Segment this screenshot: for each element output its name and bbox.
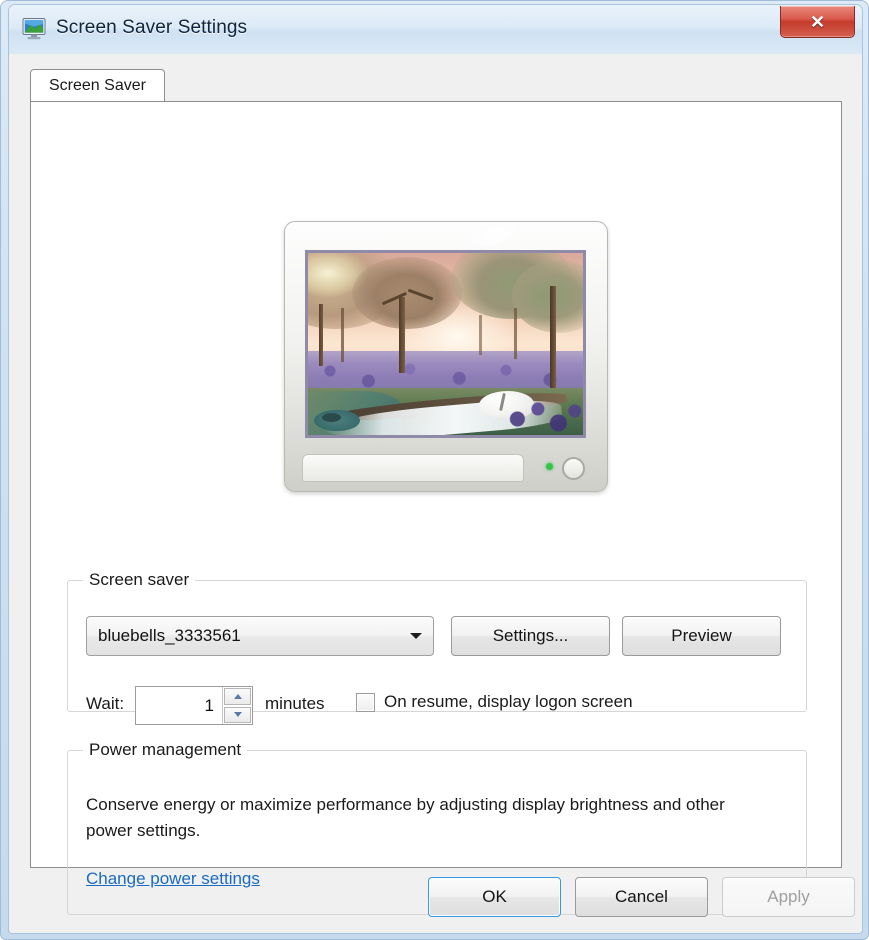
scene-tree-trunk [550, 285, 556, 388]
apply-button: Apply [722, 877, 855, 917]
screen-saver-group-label: Screen saver [83, 570, 196, 590]
monitor-preview [284, 221, 608, 492]
ok-button-label: OK [482, 887, 507, 906]
on-resume-logon-label: On resume, display logon screen [384, 692, 633, 711]
preview-button[interactable]: Preview [622, 616, 781, 656]
caret-down-icon [233, 712, 242, 718]
wait-spinner-down-button[interactable] [224, 706, 251, 723]
apply-button-label: Apply [767, 887, 810, 906]
dialog-client-area: Screen Saver Screen saver bluebells_3333… [9, 54, 862, 933]
settings-button[interactable]: Settings... [451, 616, 610, 656]
wait-spinner-up-button[interactable] [224, 688, 251, 705]
wait-minutes-stepper[interactable]: 1 [135, 686, 253, 725]
wait-spinner-buttons [222, 687, 252, 724]
preview-button-label: Preview [671, 626, 732, 645]
monitor-screen [305, 250, 586, 438]
on-resume-logon-checkbox-row[interactable]: On resume, display logon screen [356, 692, 633, 712]
chevron-down-icon [399, 617, 433, 655]
caret-up-icon [233, 693, 242, 699]
change-power-settings-link[interactable]: Change power settings [86, 869, 260, 889]
window-title: Screen Saver Settings [56, 17, 248, 38]
cancel-button-label: Cancel [615, 887, 668, 906]
wait-minutes-value[interactable]: 1 [136, 687, 222, 724]
scene-tree-trunk [341, 307, 344, 363]
cancel-button[interactable]: Cancel [575, 877, 708, 917]
power-management-group-label: Power management [83, 740, 248, 760]
scene-tree-trunk [319, 303, 323, 366]
title-bar[interactable]: Screen Saver Settings ✕ [9, 5, 862, 54]
scene-tree-trunk [478, 314, 482, 355]
tab-screen-saver[interactable]: Screen Saver [30, 69, 165, 102]
scene-tree-trunk [514, 307, 518, 359]
close-icon: ✕ [809, 11, 826, 32]
tab-strip: Screen Saver [30, 69, 842, 102]
ok-button[interactable]: OK [428, 877, 561, 917]
monitor-base-bar [302, 454, 524, 482]
scene-foreground-bluebells [500, 394, 583, 435]
tab-label: Screen Saver [49, 77, 146, 94]
power-management-description: Conserve energy or maximize performance … [86, 795, 725, 841]
tab-panel-screen-saver: Screen saver bluebells_3333561 Settings.… [30, 101, 842, 915]
monitor-power-button-icon [562, 457, 585, 480]
minutes-label: minutes [265, 694, 325, 713]
wait-label: Wait: [86, 694, 125, 713]
on-resume-logon-checkbox[interactable] [356, 692, 375, 712]
screen-saver-select[interactable]: bluebells_3333561 [86, 616, 434, 656]
window-inner-frame: Screen Saver Settings ✕ Screen Saver Scr… [8, 4, 863, 934]
scene-tree-canopy [352, 256, 462, 330]
settings-button-label: Settings... [492, 626, 569, 645]
scene-tree-trunk [398, 296, 405, 374]
close-button[interactable]: ✕ [780, 6, 855, 38]
screensaver-preview-image [308, 253, 583, 435]
screen-saver-select-value: bluebells_3333561 [98, 626, 241, 645]
screen-saver-settings-window: Screen Saver Settings ✕ Screen Saver Scr… [0, 0, 869, 940]
display-monitor-icon [22, 17, 48, 41]
monitor-power-led-icon [546, 463, 553, 470]
